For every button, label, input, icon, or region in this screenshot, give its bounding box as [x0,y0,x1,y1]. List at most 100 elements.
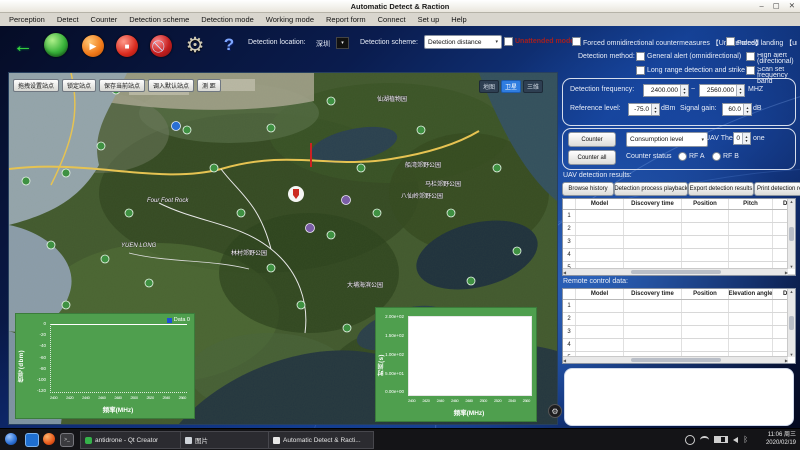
terminal-icon[interactable]: >_ [60,433,74,447]
col-position[interactable]: Position [682,289,729,299]
ytick: 1.50e+02 [380,333,404,338]
scroll-left-icon: ◀ [563,358,566,363]
menu-set-up[interactable]: Set up [412,15,446,24]
task-pictures[interactable]: 图片 [180,431,274,449]
table-row[interactable]: 1 [563,300,795,313]
table-row[interactable]: 2 [563,223,795,236]
table-row[interactable]: 3 [563,326,795,339]
table-row[interactable]: 2 [563,313,795,326]
table-row[interactable]: 1 [563,210,795,223]
globe-icon[interactable] [44,33,68,57]
maximize-icon[interactable]: ▢ [773,0,780,12]
volume-icon[interactable] [733,437,738,443]
spinner-arrows[interactable]: ▲▼ [742,133,750,144]
taskbar-clock[interactable]: 11:06 周三 2020/02/19 [766,431,796,447]
horizontal-scrollbar[interactable]: ◀▶ [563,268,788,275]
map-marker-blue[interactable] [172,122,181,131]
col-discovery-time[interactable]: Discovery time [624,199,682,209]
rf-b-radio[interactable] [712,152,721,161]
playback-button[interactable]: Detection process playback [614,182,688,196]
unattended-mode-checkbox[interactable] [504,37,513,46]
play-icon[interactable]: ▶ [82,35,104,57]
stop-icon[interactable]: ■ [116,35,138,57]
menu-report-form[interactable]: Report form [320,15,372,24]
horizontal-scrollbar[interactable]: ◀▶ [563,356,788,363]
export-results-button[interactable]: Export detection results [688,182,754,196]
wifi-icon[interactable] [700,436,709,444]
task-qt-creator[interactable]: antidrone - Qt Creator [80,431,186,449]
freq-max-spinner[interactable]: 2560.000 ▲▼ [699,84,745,97]
table-row[interactable]: 3 [563,236,795,249]
lock-site-button[interactable]: 锁定站点 [62,79,96,92]
browser-icon[interactable] [43,433,55,445]
close-icon[interactable]: ✕ [789,0,795,12]
spinner-arrows[interactable]: ▲▼ [736,85,744,96]
menu-help[interactable]: Help [445,15,472,24]
consumption-level-select[interactable]: Consumption level ▾ [626,132,708,147]
uav-alert-marker[interactable] [288,186,304,202]
counter-all-button[interactable]: Counter all [568,150,616,165]
col-model[interactable]: Model [576,199,624,209]
browse-history-button[interactable]: Browse history [562,182,614,196]
map-marker [62,169,70,177]
vertical-scrollbar[interactable]: ▲▼ [787,289,795,357]
measure-distance-button[interactable]: 测 距 [197,79,221,92]
menu-perception[interactable]: Perception [3,15,51,24]
freq-min-spinner[interactable]: 2400.000 ▲▼ [643,84,689,97]
menu-detection-mode[interactable]: Detection mode [195,15,260,24]
map-view-button[interactable]: 地图 [479,80,499,93]
minimize-icon[interactable]: – [759,0,763,12]
general-alert-checkbox[interactable] [636,52,645,61]
menu-counter[interactable]: Counter [85,15,124,24]
monitor-icon[interactable] [25,433,39,447]
table-row[interactable]: 4 [563,339,795,352]
reference-level-spinner[interactable]: -75.0 ▲▼ [628,103,660,116]
settings-gear-icon[interactable]: ⚙ [183,33,207,57]
satellite-view-button[interactable]: 卫星 [501,80,521,93]
bluetooth-icon[interactable]: ᛒ [743,436,748,444]
long-range-checkbox[interactable] [636,66,645,75]
load-default-site-button[interactable]: 调入默认站点 [148,79,194,92]
remote-data-table[interactable]: Model Discovery time Position Elevation … [562,288,796,364]
freq-unit-label: MHZ [748,86,763,93]
input-method-icon[interactable] [685,435,695,445]
save-site-button[interactable]: 保存当前站点 [99,79,145,92]
col-discovery-time[interactable]: Discovery time [624,289,682,299]
col-elevation-angle[interactable]: Elevation angle [729,289,773,299]
menu-detection-scheme[interactable]: Detection scheme [123,15,195,24]
threed-view-button[interactable]: 三维 [523,80,543,93]
print-results-button[interactable]: Print detection results [754,182,800,196]
battery-icon[interactable] [714,436,728,443]
panel-gear-icon[interactable]: ⚙ [548,404,562,418]
high-alert-checkbox[interactable] [746,52,755,61]
uav-results-table[interactable]: Model Discovery time Position Pitch Dist… [562,198,796,276]
message-log-box[interactable] [564,368,794,426]
menu-working-mode[interactable]: Working mode [260,15,320,24]
table-row[interactable]: 4 [563,249,795,262]
back-icon[interactable]: ← [12,35,34,57]
drag-set-site-button[interactable]: 拖拽设置站点 [13,79,59,92]
counter-strike-icon[interactable]: ⃠ [150,35,172,57]
spinner-arrows[interactable]: ▲▼ [680,85,688,96]
col-model[interactable]: Model [576,289,624,299]
col-pitch[interactable]: Pitch [729,199,773,209]
detection-scheme-select[interactable]: Detection distance ▾ [424,35,502,49]
ytick: 0.00e+00 [380,389,404,394]
menu-connect[interactable]: Connect [372,15,412,24]
col-position[interactable]: Position [682,199,729,209]
forced-omni-checkbox[interactable] [572,37,581,46]
task-automatic-detect[interactable]: Automatic Detect & Racti... [268,431,374,449]
spinner-arrows[interactable]: ▲▼ [743,104,751,115]
counter-button[interactable]: Counter [568,132,616,147]
menu-detect[interactable]: Detect [51,15,85,24]
help-icon[interactable]: ? [218,34,240,56]
spinner-arrows[interactable]: ▲▼ [651,104,659,115]
signal-gain-spinner[interactable]: 60.0 ▲▼ [722,103,752,116]
scan-band-checkbox[interactable] [746,66,755,75]
start-menu-icon[interactable] [5,433,17,445]
vertical-scrollbar[interactable]: ▲▼ [787,199,795,269]
rf-a-radio[interactable] [678,152,687,161]
uav-count-spinner[interactable]: 0 ▲▼ [733,132,751,145]
forced-landing-checkbox[interactable] [726,37,735,46]
location-dropdown-button[interactable]: ▾ [336,37,349,49]
